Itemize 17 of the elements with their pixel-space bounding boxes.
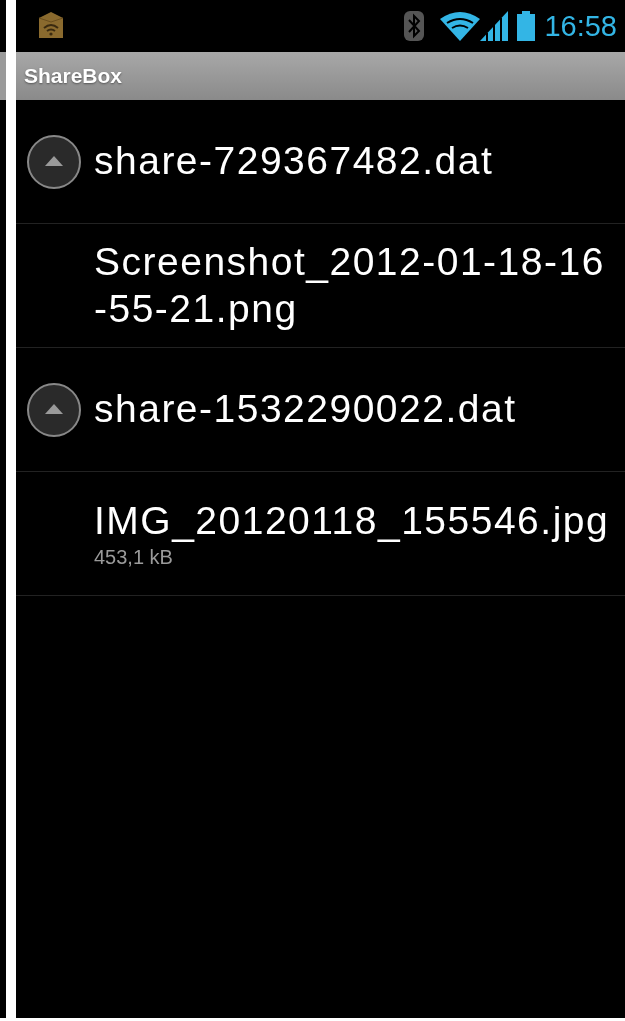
bluetooth-icon [404, 11, 425, 41]
battery-icon [516, 11, 537, 41]
signal-icon [480, 11, 509, 41]
collapse-icon[interactable] [26, 133, 82, 190]
clock-time: 16:58 [544, 11, 617, 41]
file-size: 453,1 kB [94, 544, 174, 569]
app-title: ShareBox [24, 63, 123, 90]
wifi-icon [440, 11, 481, 41]
file-name: share-1532290022.dat [94, 386, 517, 433]
file-row[interactable]: IMG_20120118_155546.jpg 453,1 kB [16, 472, 625, 596]
collapse-icon[interactable] [26, 381, 82, 438]
file-name: share-729367482.dat [94, 138, 494, 185]
file-row[interactable]: Screenshot_2012-01-18-16 -55-21.png [16, 224, 625, 348]
archive-row[interactable]: share-729367482.dat [16, 100, 625, 224]
file-name: Screenshot_2012-01-18-16 -55-21.png [94, 238, 605, 332]
archive-row[interactable]: share-1532290022.dat [16, 348, 625, 472]
file-name: IMG_20120118_155546.jpg [94, 498, 610, 545]
